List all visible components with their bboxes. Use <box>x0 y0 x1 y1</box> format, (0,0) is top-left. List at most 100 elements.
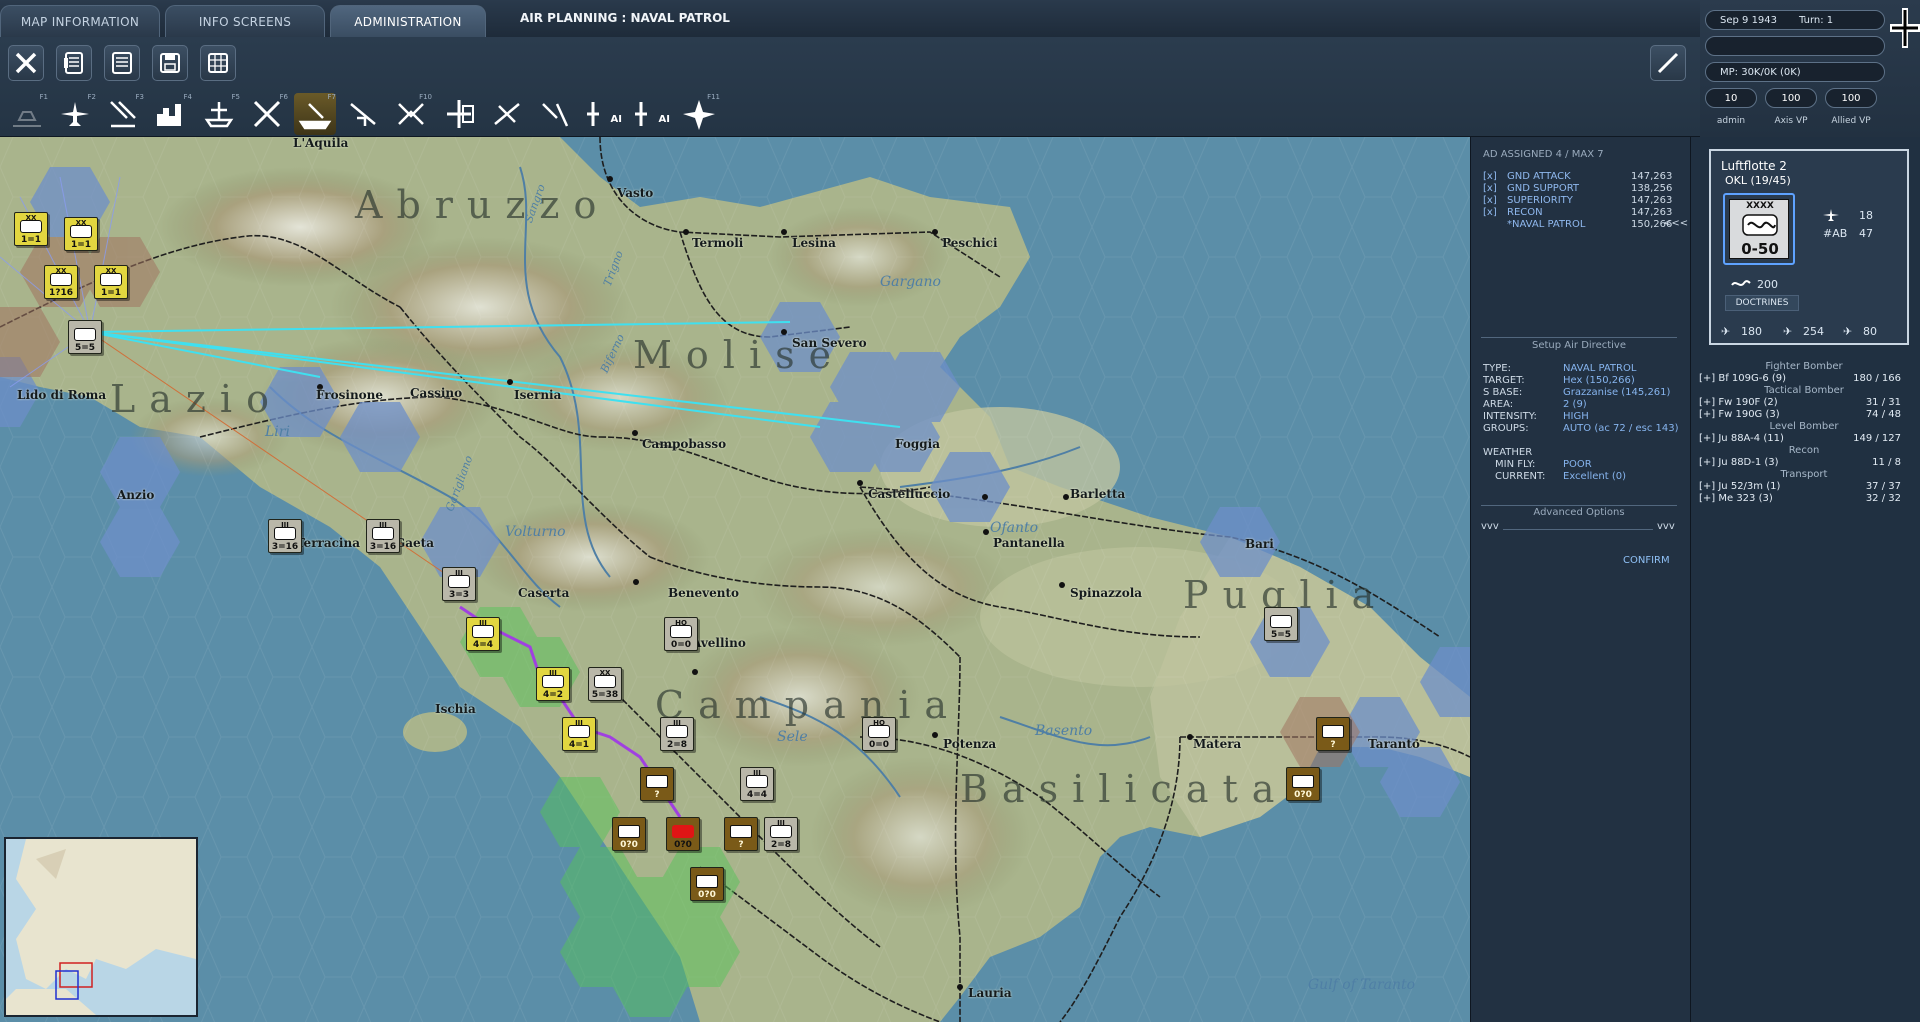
detail-value[interactable]: NAVAL PATROL <box>1563 363 1636 374</box>
unit-counter[interactable]: 0?0 <box>690 867 724 901</box>
air-mission-button-ground-attack[interactable]: F3 <box>102 93 144 135</box>
air-mission-button-naval-patrol[interactable]: F7 <box>294 93 336 135</box>
unit-counter[interactable]: 0?0 <box>1286 767 1320 801</box>
air-mission-button-air-base[interactable]: F1 <box>6 93 48 135</box>
air-directive-row[interactable]: [x] GND ATTACK 147,263 <box>1483 171 1672 183</box>
air-mission-button-ai-air[interactable]: AI <box>582 93 624 135</box>
unit-counter[interactable]: XX 1?16 <box>44 265 78 299</box>
air-directive-row[interactable]: [x] RECON 147,263 <box>1483 207 1672 219</box>
unit-echelon: XX <box>25 214 37 222</box>
unit-type-icon <box>1270 615 1292 628</box>
detail-value[interactable]: Hex (150,266) <box>1563 375 1635 386</box>
air-group-row[interactable]: [+] Ju 88A-4 (11) 149 / 127 <box>1699 433 1911 444</box>
air-group-row[interactable]: [+] Bf 109G-6 (9) 180 / 166 <box>1699 373 1911 384</box>
unit-counter[interactable]: HQ 0=0 <box>862 717 896 751</box>
advanced-expand-left[interactable]: vvv <box>1481 521 1499 532</box>
unit-counter[interactable]: 0?0 <box>666 817 700 851</box>
unit-strength: ? <box>654 790 660 800</box>
air-group-row[interactable]: [+] Fw 190G (3) 74 / 48 <box>1699 409 1911 420</box>
unit-counter[interactable]: III 2=8 <box>660 717 694 751</box>
unit-echelon: III <box>379 521 387 529</box>
unit-counter[interactable]: ? <box>640 767 674 801</box>
unit-strength: 0=0 <box>670 640 692 650</box>
unit-counter[interactable]: 5=5 <box>68 320 102 354</box>
axis-vp-box: 100 <box>1765 88 1817 108</box>
unit-counter[interactable]: III 3=16 <box>366 519 400 553</box>
air-mission-button-bombardment[interactable]: F11 <box>678 93 720 135</box>
unit-strength: 5=5 <box>74 343 96 353</box>
place-label: Spinazzola <box>1070 586 1143 600</box>
draw-line-button[interactable] <box>1650 45 1686 81</box>
place-label: Anzio <box>117 488 155 502</box>
unit-counter[interactable]: III 4=1 <box>562 717 596 751</box>
tab-map-information[interactable]: MAP INFORMATION <box>0 5 160 37</box>
unit-counter[interactable]: XX 1=1 <box>94 265 128 299</box>
unit-counter[interactable]: 5=5 <box>1264 607 1298 641</box>
air-group-row[interactable]: [+] Fw 190F (2) 31 / 31 <box>1699 397 1911 408</box>
directive-check: [x] <box>1483 207 1497 218</box>
weather-key: MIN FLY: <box>1495 459 1536 470</box>
detail-value[interactable]: Grazzanise (145,261) <box>1563 387 1670 398</box>
air-directive-row[interactable]: [x] SUPERIORITY 147,263 <box>1483 195 1672 207</box>
strategic-map[interactable]: Abruzzo Molise Lazio Campania Puglia Bas… <box>0 137 1470 1022</box>
unit-counter[interactable]: XX 1=1 <box>14 212 48 246</box>
region-label-basilicata: Basilicata <box>960 767 1289 811</box>
unit-counter[interactable]: ? <box>1316 717 1350 751</box>
unit-counter[interactable]: III 3=3 <box>442 567 476 601</box>
air-supply-icon <box>494 103 520 125</box>
air-mission-button-transfer[interactable] <box>534 93 576 135</box>
hq-echelon: XXXX <box>1746 201 1774 211</box>
air-group-row[interactable]: [+] Ju 52/3m (1) 37 / 37 <box>1699 481 1911 492</box>
unit-counter[interactable]: HQ 0=0 <box>664 617 698 651</box>
air-mission-button-recon[interactable] <box>342 93 384 135</box>
air-directive-row[interactable]: *NAVAL PATROL 150,266 <box>1483 219 1672 231</box>
confirm-button[interactable]: CONFIRM <box>1623 555 1670 566</box>
air-mission-button-port-attack[interactable]: F5 <box>198 93 240 135</box>
recon-icon <box>350 103 376 126</box>
air-group-row[interactable]: [+] Ju 88D-1 (3) 11 / 8 <box>1699 457 1911 468</box>
air-mission-button-ai-air-plus[interactable]: AI <box>630 93 672 135</box>
unit-counter[interactable]: III 4=2 <box>536 667 570 701</box>
advanced-expand-right[interactable]: vvv <box>1657 521 1675 532</box>
tab-info-screens[interactable]: INFO SCREENS <box>165 5 325 37</box>
detail-value[interactable]: AUTO (ac 72 / esc 143) <box>1563 423 1679 434</box>
doctrines-button[interactable]: DOCTRINES <box>1725 295 1799 311</box>
unit-counter[interactable]: ? <box>724 817 758 851</box>
unit-counter[interactable]: III 2=8 <box>764 817 798 851</box>
detail-key: TARGET: <box>1483 375 1525 386</box>
unit-strength: 4=1 <box>568 740 590 750</box>
detail-key: AREA: <box>1483 399 1514 410</box>
air-directive-row[interactable]: [x] GND SUPPORT 138,256 <box>1483 183 1672 195</box>
air-mission-button-air-transport[interactable]: F2 <box>54 93 96 135</box>
minimap[interactable] <box>4 837 198 1017</box>
unit-counter[interactable]: III 4=4 <box>466 617 500 651</box>
air-hq-card[interactable]: Luftflotte 2 OKL (19/45) XXXX 0-50 18 #A… <box>1709 149 1909 345</box>
advanced-options-title[interactable]: Advanced Options <box>1481 507 1677 518</box>
collapse-button[interactable]: <<< <box>1663 218 1688 229</box>
unit-counter[interactable]: XX 1=1 <box>64 217 98 251</box>
air-mission-button-city-attack[interactable]: F4 <box>150 93 192 135</box>
tab-administration[interactable]: ADMINISTRATION <box>330 5 486 37</box>
air-mission-button-escort[interactable]: F10 <box>390 93 432 135</box>
weather-key: CURRENT: <box>1495 471 1546 482</box>
unit-counter[interactable]: XX 5=38 <box>588 667 622 701</box>
unit-type-icon <box>646 775 668 788</box>
air-mission-button-interdiction[interactable]: F6 <box>246 93 288 135</box>
air-transport-icon <box>61 102 89 126</box>
place-label: Taranto <box>1368 737 1420 751</box>
air-hq-name: Luftflotte 2 <box>1721 159 1787 173</box>
air-mission-button-air-superiority[interactable] <box>438 93 480 135</box>
detail-value[interactable]: 2 (9) <box>1563 399 1587 410</box>
unit-counter[interactable]: III 3=16 <box>268 519 302 553</box>
detail-value[interactable]: HIGH <box>1563 411 1589 422</box>
ai-label: AI <box>658 114 670 125</box>
message-bar <box>1705 36 1885 56</box>
place-label: Barletta <box>1070 487 1126 501</box>
air-group-row[interactable]: [+] Me 323 (3) 32 / 32 <box>1699 493 1911 504</box>
unit-echelon: III <box>673 719 681 727</box>
unit-counter[interactable]: 0?0 <box>612 817 646 851</box>
unit-counter[interactable]: III 4=4 <box>740 767 774 801</box>
allied-vp-label: Allied VP <box>1831 116 1871 126</box>
ai-label: AI <box>610 114 622 125</box>
air-mission-button-air-supply[interactable] <box>486 93 528 135</box>
